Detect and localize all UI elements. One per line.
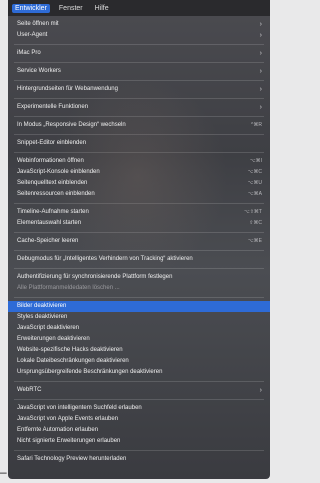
menu-item[interactable]: JavaScript von intelligentem Suchfeld er… (8, 403, 270, 414)
menu-separator (14, 268, 264, 269)
menu-bar: Entwickler Fenster Hilfe (8, 0, 270, 16)
menu-item[interactable]: Safari Technology Preview herunterladen (8, 454, 270, 465)
menu-item-label: iMac Pro (17, 50, 41, 56)
menu-item-shortcut: ⌥⌘E (247, 238, 262, 244)
menu-item-label: Lokale Dateibeschränkungen deaktivieren (17, 358, 129, 364)
menu-item-label: Service Workers (17, 68, 61, 74)
menu-item[interactable]: Elementauswahl starten ⇧⌘C (8, 218, 270, 229)
menu-item[interactable]: Lokale Dateibeschränkungen deaktivieren (8, 356, 270, 367)
menu-item[interactable]: Seitenressourcen einblenden ⌥⌘A (8, 189, 270, 200)
menu-item[interactable]: Snippet-Editor einblenden (8, 138, 270, 149)
menu-item-label: Experimentelle Funktionen (17, 104, 89, 110)
menu-separator (14, 134, 264, 135)
menu-item[interactable]: Seite öffnen mit › (8, 19, 270, 30)
menu-separator (14, 80, 264, 81)
chevron-right-icon: › (259, 68, 262, 75)
menu-item[interactable]: Cache-Speicher leeren ⌥⌘E (8, 236, 270, 247)
menu-separator (14, 297, 264, 298)
menu-separator (14, 399, 264, 400)
menu-separator (14, 116, 264, 117)
menu-item-label: Cache-Speicher leeren (17, 238, 79, 244)
chevron-right-icon: › (259, 104, 262, 111)
menu-item[interactable]: Service Workers › (8, 66, 270, 77)
menu-item[interactable]: Entfernte Automation erlauben (8, 425, 270, 436)
menu-item-label: Bilder deaktivieren (17, 303, 67, 309)
menu-item-label: Seite öffnen mit (17, 21, 59, 27)
menu-item[interactable]: Website-spezifische Hacks deaktivieren (8, 345, 270, 356)
menubar-item-entwickler[interactable]: Entwickler (12, 3, 50, 13)
menu-item-label: Safari Technology Preview herunterladen (17, 456, 127, 462)
menu-item-shortcut: ⌥⌘C (247, 169, 262, 175)
menu-item-label: Timeline-Aufnahme starten (17, 209, 89, 215)
chevron-right-icon: › (259, 387, 262, 394)
menu-item: Alle Plattformanmeldedaten löschen ... (8, 283, 270, 294)
menu-item[interactable]: Webinformationen öffnen ⌥⌘I (8, 156, 270, 167)
menu-item-label: Alle Plattformanmeldedaten löschen ... (17, 285, 120, 291)
menu-item[interactable]: Seitenquelltext einblenden ⌥⌘U (8, 178, 270, 189)
menu-item-shortcut: ⌥⌘U (247, 180, 262, 186)
menu-item-label: Seitenquelltext einblenden (17, 180, 88, 186)
chevron-right-icon: › (259, 32, 262, 39)
menu-item-label: Hintergrundseiten für Webanwendung (17, 86, 118, 92)
menu-item[interactable]: Erweiterungen deaktivieren (8, 334, 270, 345)
menu-item-label: Authentifizierung für synchronisierende … (17, 274, 173, 280)
menu-item-label: Ursprungsübergreifende Beschränkungen de… (17, 369, 163, 375)
menu-separator (14, 44, 264, 45)
menu-separator (14, 232, 264, 233)
menu-item-label: JavaScript deaktivieren (17, 325, 80, 331)
menu-item-shortcut: ^⌘R (251, 122, 262, 128)
menu-item-shortcut: ⌥⌘I (249, 158, 262, 164)
menu-item[interactable]: Authentifizierung für synchronisierende … (8, 272, 270, 283)
menu-item[interactable]: Bilder deaktivieren (8, 301, 270, 312)
menu-item-label: In Modus „Responsive Design“ wechseln (17, 122, 126, 128)
menu-item[interactable]: Ursprungsübergreifende Beschränkungen de… (8, 367, 270, 378)
menu-item[interactable]: Timeline-Aufnahme starten ⌥⇧⌘T (8, 207, 270, 218)
menu-item[interactable]: User-Agent › (8, 30, 270, 41)
menu-separator (14, 203, 264, 204)
menu-separator (14, 62, 264, 63)
menu-item[interactable]: In Modus „Responsive Design“ wechseln ^⌘R (8, 120, 270, 131)
menu-item[interactable]: JavaScript-Konsole einblenden ⌥⌘C (8, 167, 270, 178)
menu-item[interactable]: WebRTC › (8, 385, 270, 396)
menu-item-label: Erweiterungen deaktivieren (17, 336, 90, 342)
menu-item[interactable]: iMac Pro › (8, 48, 270, 59)
menu-item-label: WebRTC (17, 387, 42, 393)
chevron-right-icon: › (259, 50, 262, 57)
menu-item-label: Elementauswahl starten (17, 220, 82, 226)
menu-item-label: JavaScript von Apple Events erlauben (17, 416, 119, 422)
menu-item-shortcut: ⌥⌘A (247, 191, 262, 197)
menu-separator (14, 98, 264, 99)
menu-item-shortcut: ⇧⌘C (249, 220, 262, 226)
menu-item-label: JavaScript-Konsole einblenden (17, 169, 100, 175)
menu-item-label: Debugmodus für „Intelligentes Verhindern… (17, 256, 193, 262)
menu-separator (14, 250, 264, 251)
menu-item[interactable]: Hintergrundseiten für Webanwendung › (8, 84, 270, 95)
menu-item-label: Styles deaktivieren (17, 314, 68, 320)
menu-separator (14, 450, 264, 451)
menu-item-shortcut: ⌥⇧⌘T (243, 209, 262, 215)
menu-item-label: Website-spezifische Hacks deaktivieren (17, 347, 123, 353)
menu-item[interactable]: Nicht signierte Erweiterungen erlauben (8, 436, 270, 447)
menu-item[interactable]: Debugmodus für „Intelligentes Verhindern… (8, 254, 270, 265)
menu-item-label: Seitenressourcen einblenden (17, 191, 95, 197)
menu-item[interactable]: Styles deaktivieren (8, 312, 270, 323)
menubar-item-fenster[interactable]: Fenster (56, 4, 86, 13)
menu-item[interactable]: JavaScript von Apple Events erlauben (8, 414, 270, 425)
menu-item-label: JavaScript von intelligentem Suchfeld er… (17, 405, 142, 411)
menu-item-label: Webinformationen öffnen (17, 158, 84, 164)
menu-separator (14, 152, 264, 153)
menu-item-label: Entfernte Automation erlauben (17, 427, 99, 433)
menu-item-label: Nicht signierte Erweiterungen erlauben (17, 438, 121, 444)
menu-item-label: Snippet-Editor einblenden (17, 140, 87, 146)
chevron-right-icon: › (259, 86, 262, 93)
developer-menu-dropdown: Seite öffnen mit › User-Agent › iMac Pro › Ser… (8, 16, 270, 479)
menu-separator (14, 381, 264, 382)
menubar-item-hilfe[interactable]: Hilfe (92, 4, 112, 13)
menu-item-label: User-Agent (17, 32, 48, 38)
menu-item[interactable]: Experimentelle Funktionen › (8, 102, 270, 113)
menu-item[interactable]: JavaScript deaktivieren (8, 323, 270, 334)
chevron-right-icon: › (259, 21, 262, 28)
